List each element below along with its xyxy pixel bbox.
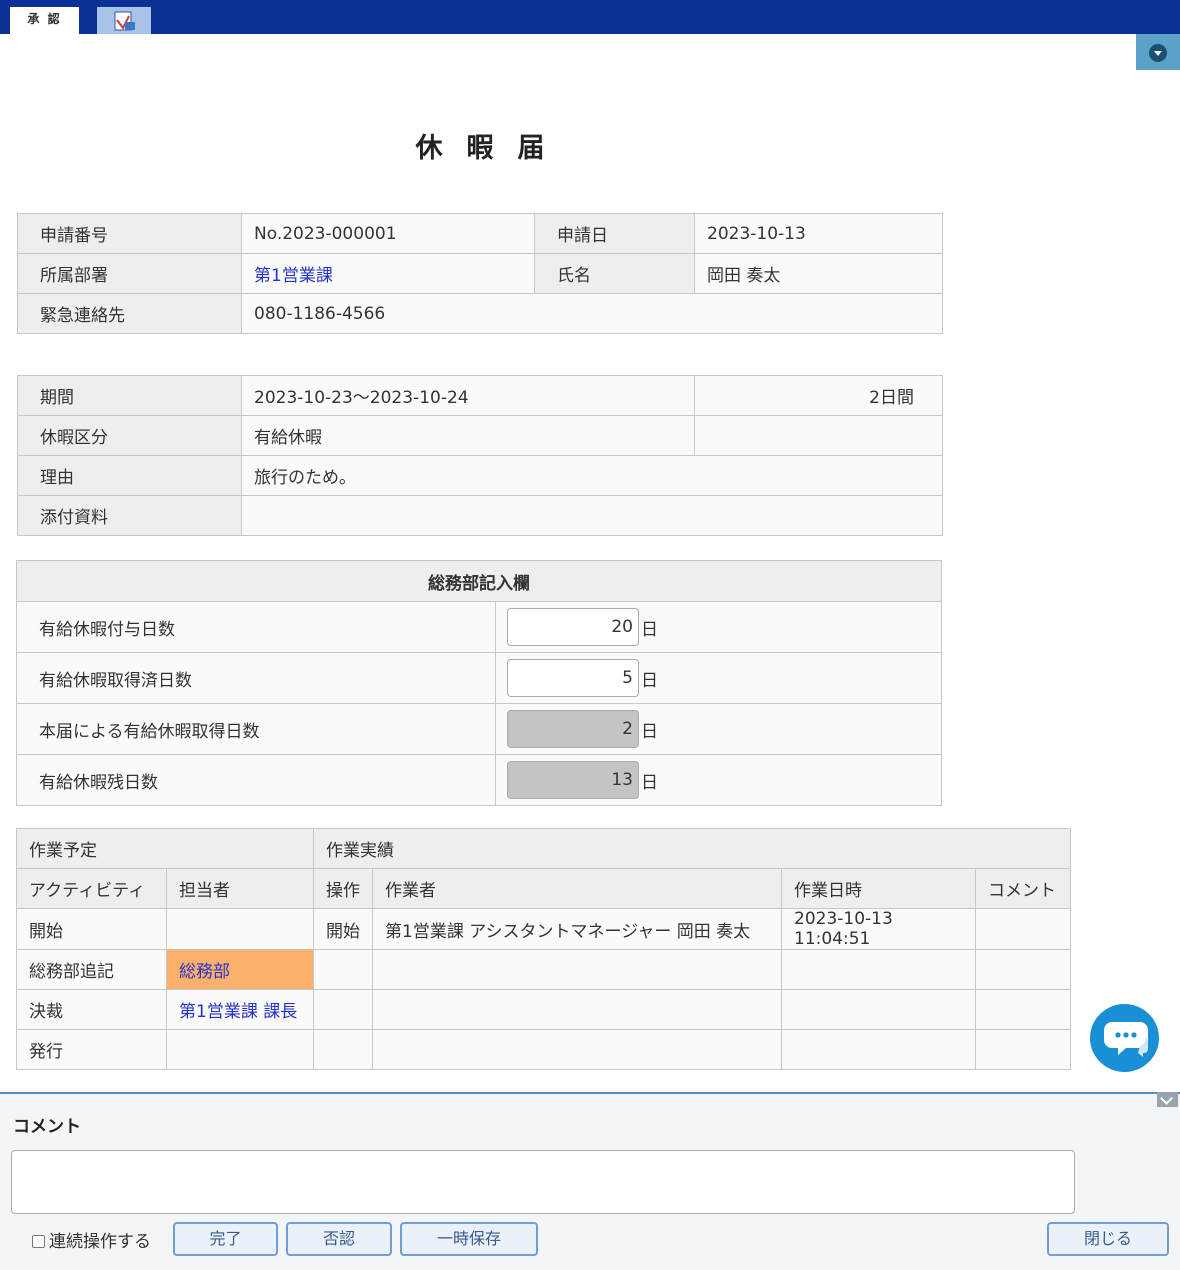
table-row: 総務部追記 総務部 (16, 949, 1071, 990)
label-reason: 理由 (17, 455, 242, 496)
col-comment: コメント (975, 868, 1071, 909)
attachment-field[interactable] (241, 495, 943, 536)
tab-pdf[interactable] (97, 7, 151, 34)
tab-approve[interactable]: 承 認 (10, 7, 79, 34)
col-datetime: 作業日時 (781, 868, 976, 909)
operation-cell (313, 949, 373, 990)
this-request-days-field: 2 (507, 710, 639, 748)
comment-label: コメント (13, 1117, 81, 1137)
comment-cell (975, 908, 1071, 950)
actual-header: 作業実績 (313, 828, 1071, 869)
col-assignee: 担当者 (166, 868, 314, 909)
chat-button[interactable] (1090, 1004, 1159, 1072)
assignee-link[interactable]: 総務部 (166, 949, 314, 990)
comment-cell (975, 949, 1071, 990)
operation-cell: 開始 (313, 908, 373, 950)
worker-cell (372, 949, 782, 990)
label-this-request-days: 本届による有給休暇取得日数 (16, 703, 496, 755)
label-name: 氏名 (534, 253, 695, 294)
plan-header: 作業予定 (16, 828, 314, 869)
activity-cell: 決裁 (16, 989, 167, 1030)
admin-section-header: 総務部記入欄 (16, 560, 942, 602)
label-department: 所属部署 (17, 253, 242, 294)
col-activity: アクティビティ (16, 868, 167, 909)
datetime-cell (781, 989, 976, 1030)
unit-day: 日 (641, 721, 658, 742)
table-row: 発行 (16, 1029, 1071, 1070)
collapse-icon[interactable] (1157, 1092, 1178, 1107)
activity-cell: 総務部追記 (16, 949, 167, 990)
label-period: 期間 (17, 375, 242, 416)
activity-cell: 発行 (16, 1029, 167, 1070)
admin-section-table: 総務部記入欄 有給休暇付与日数 20 日 有給休暇取得済日数 5日 本届による有給… (16, 560, 942, 806)
application-date: 2023-10-13 (694, 213, 943, 254)
worker-cell: 第1営業課 アシスタントマネージャー 岡田 奏太 (372, 908, 782, 950)
label-remaining-days: 有給休暇残日数 (16, 754, 496, 806)
worker-cell (372, 1029, 782, 1070)
continuous-label: 連続操作する (49, 1232, 151, 1252)
operation-cell (313, 1029, 373, 1070)
comment-textarea[interactable] (11, 1150, 1075, 1214)
leave-days: 2日間 (694, 375, 943, 416)
granted-days-input[interactable]: 20 (507, 608, 639, 646)
remaining-days-field: 13 (507, 761, 639, 799)
unit-day: 日 (641, 670, 658, 691)
label-granted-days: 有給休暇付与日数 (16, 601, 496, 653)
menu-toggle-button[interactable] (1136, 34, 1180, 70)
operation-cell (313, 989, 373, 1030)
table-row: 開始 開始 第1営業課 アシスタントマネージャー 岡田 奏太 2023-10-1… (16, 908, 1071, 950)
emergency-contact: 080-1186-4566 (241, 293, 943, 334)
label-leave-type: 休暇区分 (17, 415, 242, 456)
comment-cell (975, 1029, 1071, 1070)
label-used-days: 有給休暇取得済日数 (16, 652, 496, 704)
datetime-cell (781, 1029, 976, 1070)
continuous-checkbox[interactable] (32, 1235, 45, 1248)
label-attachment: 添付資料 (17, 495, 242, 536)
continuous-operation[interactable]: 連続操作する (32, 1227, 151, 1252)
application-table: 申請番号 No.2023-000001 申請日 2023-10-13 所属部署 … (17, 213, 943, 334)
activity-cell: 開始 (16, 908, 167, 950)
leave-reason: 旅行のため。 (241, 455, 943, 496)
comment-cell (975, 989, 1071, 1030)
pdf-icon (114, 11, 135, 31)
label-application-date: 申請日 (534, 213, 695, 254)
unit-day: 日 (641, 619, 658, 640)
datetime-cell (781, 949, 976, 990)
close-button[interactable]: 閉じる (1047, 1222, 1169, 1256)
temporary-save-button[interactable]: 一時保存 (400, 1222, 538, 1256)
page-title: 休暇届 (415, 133, 569, 164)
leave-table: 期間 2023-10-23～2023-10-24 2日間 休暇区分 有給休暇 理… (17, 375, 943, 536)
chat-icon (1104, 1022, 1149, 1057)
col-worker: 作業者 (372, 868, 782, 909)
assignee-link[interactable]: 第1営業課 課長 (166, 989, 314, 1030)
department-link[interactable]: 第1営業課 (241, 253, 535, 294)
assignee-cell (166, 908, 314, 950)
leave-period: 2023-10-23～2023-10-24 (241, 375, 695, 416)
applicant-name: 岡田 奏太 (694, 253, 943, 294)
worker-cell (372, 989, 782, 1030)
label-emergency-contact: 緊急連絡先 (17, 293, 242, 334)
leave-type-extra (694, 415, 943, 456)
application-number: No.2023-000001 (241, 213, 535, 254)
col-operation: 操作 (313, 868, 373, 909)
label-application-number: 申請番号 (17, 213, 242, 254)
used-days-input[interactable]: 5 (507, 659, 639, 697)
reject-button[interactable]: 否認 (286, 1222, 392, 1256)
unit-day: 日 (641, 772, 658, 793)
workflow-table: 作業予定 作業実績 アクティビティ 担当者 操作 作業者 作業日時 コメント 開… (16, 828, 1071, 1070)
chevron-down-icon (1149, 44, 1167, 62)
assignee-cell (166, 1029, 314, 1070)
top-bar (0, 0, 1180, 34)
leave-type: 有給休暇 (241, 415, 695, 456)
complete-button[interactable]: 完了 (173, 1222, 278, 1256)
table-row: 決裁 第1営業課 課長 (16, 989, 1071, 1030)
datetime-cell: 2023-10-13 11:04:51 (781, 908, 976, 950)
